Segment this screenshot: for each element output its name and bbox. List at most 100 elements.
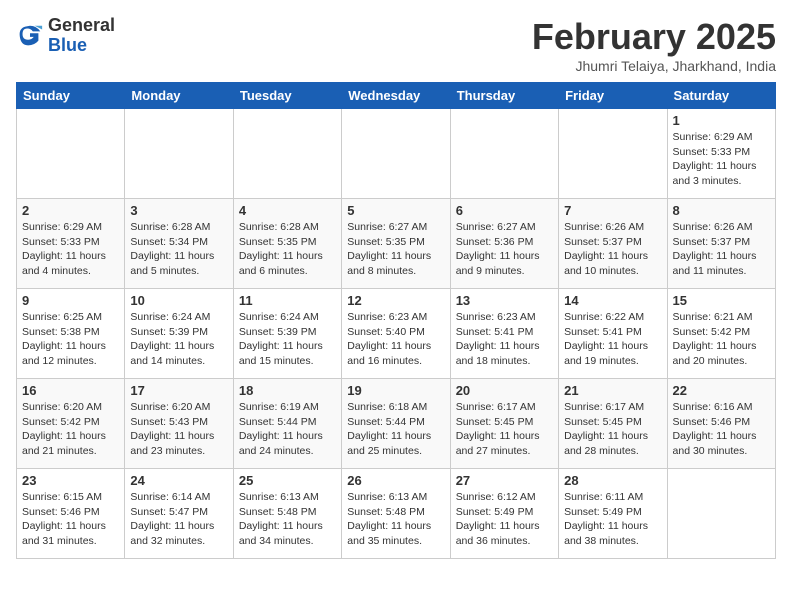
day-info: Sunrise: 6:29 AM Sunset: 5:33 PM Dayligh… xyxy=(22,220,119,279)
calendar-cell: 26Sunrise: 6:13 AM Sunset: 5:48 PM Dayli… xyxy=(342,469,450,559)
calendar-cell xyxy=(342,109,450,199)
day-info: Sunrise: 6:27 AM Sunset: 5:35 PM Dayligh… xyxy=(347,220,444,279)
day-number: 13 xyxy=(456,293,553,308)
calendar-table: SundayMondayTuesdayWednesdayThursdayFrid… xyxy=(16,82,776,559)
day-info: Sunrise: 6:24 AM Sunset: 5:39 PM Dayligh… xyxy=(239,310,336,369)
day-number: 27 xyxy=(456,473,553,488)
weekday-header-friday: Friday xyxy=(559,83,667,109)
calendar-week-5: 23 Sunrise: 6:15 AM Sunset: 5:46 PM Dayli… xyxy=(17,469,776,559)
location-subtitle: Jhumri Telaiya, Jharkhand, India xyxy=(532,58,776,74)
day-info: Sunrise: 6:11 AM Sunset: 5:49 PM Dayligh… xyxy=(564,490,661,549)
calendar-cell: 24Sunrise: 6:14 AM Sunset: 5:47 PM Dayli… xyxy=(125,469,233,559)
day-number: 11 xyxy=(239,293,336,308)
day-number: 23 xyxy=(22,473,119,488)
calendar-cell xyxy=(125,109,233,199)
calendar-cell: 6Sunrise: 6:27 AM Sunset: 5:36 PM Daylig… xyxy=(450,199,558,289)
day-info: Sunrise: 6:17 AM Sunset: 5:45 PM Dayligh… xyxy=(456,400,553,459)
day-number: 17 xyxy=(130,383,227,398)
day-number: 16 xyxy=(22,383,119,398)
calendar-cell: 10 Sunrise: 6:24 AM Sunset: 5:39 PM Dayli… xyxy=(125,289,233,379)
month-title: February 2025 xyxy=(532,16,776,58)
day-number: 25 xyxy=(239,473,336,488)
title-block: February 2025 Jhumri Telaiya, Jharkhand,… xyxy=(532,16,776,74)
day-info: Sunrise: 6:17 AM Sunset: 5:45 PM Dayligh… xyxy=(564,400,661,459)
day-number: 20 xyxy=(456,383,553,398)
day-info: Sunrise: 6:20 AM Sunset: 5:42 PM Dayligh… xyxy=(22,400,119,459)
page-header: General Blue February 2025 Jhumri Telaiy… xyxy=(16,16,776,74)
calendar-week-2: 2 Sunrise: 6:29 AM Sunset: 5:33 PM Daylig… xyxy=(17,199,776,289)
day-number: 5 xyxy=(347,203,444,218)
day-number: 24 xyxy=(130,473,227,488)
calendar-cell: 21 Sunrise: 6:17 AM Sunset: 5:45 PM Dayli… xyxy=(559,379,667,469)
day-info: Sunrise: 6:28 AM Sunset: 5:35 PM Dayligh… xyxy=(239,220,336,279)
weekday-header-tuesday: Tuesday xyxy=(233,83,341,109)
day-info: Sunrise: 6:20 AM Sunset: 5:43 PM Dayligh… xyxy=(130,400,227,459)
day-number: 8 xyxy=(673,203,770,218)
day-info: Sunrise: 6:22 AM Sunset: 5:41 PM Dayligh… xyxy=(564,310,661,369)
calendar-cell: 19Sunrise: 6:18 AM Sunset: 5:44 PM Dayli… xyxy=(342,379,450,469)
day-number: 18 xyxy=(239,383,336,398)
calendar-cell: 12 Sunrise: 6:23 AM Sunset: 5:40 PM Dayli… xyxy=(342,289,450,379)
calendar-header: SundayMondayTuesdayWednesdayThursdayFrid… xyxy=(17,83,776,109)
day-number: 22 xyxy=(673,383,770,398)
calendar-cell: 25 Sunrise: 6:13 AM Sunset: 5:48 PM Dayli… xyxy=(233,469,341,559)
logo-icon xyxy=(16,22,44,50)
day-info: Sunrise: 6:26 AM Sunset: 5:37 PM Dayligh… xyxy=(564,220,661,279)
day-info: Sunrise: 6:24 AM Sunset: 5:39 PM Dayligh… xyxy=(130,310,227,369)
day-info: Sunrise: 6:23 AM Sunset: 5:40 PM Dayligh… xyxy=(347,310,444,369)
day-number: 12 xyxy=(347,293,444,308)
day-number: 4 xyxy=(239,203,336,218)
day-number: 21 xyxy=(564,383,661,398)
calendar-week-3: 9Sunrise: 6:25 AM Sunset: 5:38 PM Daylig… xyxy=(17,289,776,379)
calendar-cell: 4 Sunrise: 6:28 AM Sunset: 5:35 PM Daylig… xyxy=(233,199,341,289)
day-number: 7 xyxy=(564,203,661,218)
calendar-body: 1 Sunrise: 6:29 AM Sunset: 5:33 PM Daylig… xyxy=(17,109,776,559)
calendar-cell: 14 Sunrise: 6:22 AM Sunset: 5:41 PM Dayli… xyxy=(559,289,667,379)
calendar-cell xyxy=(559,109,667,199)
day-number: 2 xyxy=(22,203,119,218)
day-info: Sunrise: 6:19 AM Sunset: 5:44 PM Dayligh… xyxy=(239,400,336,459)
day-info: Sunrise: 6:23 AM Sunset: 5:41 PM Dayligh… xyxy=(456,310,553,369)
calendar-cell: 18 Sunrise: 6:19 AM Sunset: 5:44 PM Dayli… xyxy=(233,379,341,469)
calendar-cell: 23 Sunrise: 6:15 AM Sunset: 5:46 PM Dayli… xyxy=(17,469,125,559)
day-number: 14 xyxy=(564,293,661,308)
weekday-header-monday: Monday xyxy=(125,83,233,109)
calendar-cell: 11 Sunrise: 6:24 AM Sunset: 5:39 PM Dayli… xyxy=(233,289,341,379)
day-info: Sunrise: 6:28 AM Sunset: 5:34 PM Dayligh… xyxy=(130,220,227,279)
calendar-week-1: 1 Sunrise: 6:29 AM Sunset: 5:33 PM Daylig… xyxy=(17,109,776,199)
day-info: Sunrise: 6:13 AM Sunset: 5:48 PM Dayligh… xyxy=(239,490,336,549)
calendar-cell: 20 Sunrise: 6:17 AM Sunset: 5:45 PM Dayli… xyxy=(450,379,558,469)
weekday-header-saturday: Saturday xyxy=(667,83,775,109)
logo-general: General xyxy=(48,15,115,35)
day-info: Sunrise: 6:15 AM Sunset: 5:46 PM Dayligh… xyxy=(22,490,119,549)
day-number: 3 xyxy=(130,203,227,218)
calendar-cell: 2 Sunrise: 6:29 AM Sunset: 5:33 PM Daylig… xyxy=(17,199,125,289)
day-info: Sunrise: 6:29 AM Sunset: 5:33 PM Dayligh… xyxy=(673,130,770,189)
calendar-week-4: 16 Sunrise: 6:20 AM Sunset: 5:42 PM Dayli… xyxy=(17,379,776,469)
calendar-cell: 16 Sunrise: 6:20 AM Sunset: 5:42 PM Dayli… xyxy=(17,379,125,469)
weekday-header-sunday: Sunday xyxy=(17,83,125,109)
calendar-cell: 1 Sunrise: 6:29 AM Sunset: 5:33 PM Daylig… xyxy=(667,109,775,199)
logo: General Blue xyxy=(16,16,115,56)
logo-blue: Blue xyxy=(48,35,87,55)
calendar-cell: 9Sunrise: 6:25 AM Sunset: 5:38 PM Daylig… xyxy=(17,289,125,379)
day-info: Sunrise: 6:26 AM Sunset: 5:37 PM Dayligh… xyxy=(673,220,770,279)
calendar-cell xyxy=(17,109,125,199)
day-number: 9 xyxy=(22,293,119,308)
calendar-cell xyxy=(233,109,341,199)
weekday-header-wednesday: Wednesday xyxy=(342,83,450,109)
day-info: Sunrise: 6:18 AM Sunset: 5:44 PM Dayligh… xyxy=(347,400,444,459)
day-number: 26 xyxy=(347,473,444,488)
day-number: 15 xyxy=(673,293,770,308)
calendar-cell: 5 Sunrise: 6:27 AM Sunset: 5:35 PM Daylig… xyxy=(342,199,450,289)
calendar-cell: 7 Sunrise: 6:26 AM Sunset: 5:37 PM Daylig… xyxy=(559,199,667,289)
day-info: Sunrise: 6:12 AM Sunset: 5:49 PM Dayligh… xyxy=(456,490,553,549)
weekday-header-row: SundayMondayTuesdayWednesdayThursdayFrid… xyxy=(17,83,776,109)
day-number: 1 xyxy=(673,113,770,128)
calendar-cell: 8 Sunrise: 6:26 AM Sunset: 5:37 PM Daylig… xyxy=(667,199,775,289)
day-number: 10 xyxy=(130,293,227,308)
logo-text: General Blue xyxy=(48,16,115,56)
day-number: 28 xyxy=(564,473,661,488)
day-info: Sunrise: 6:16 AM Sunset: 5:46 PM Dayligh… xyxy=(673,400,770,459)
day-info: Sunrise: 6:27 AM Sunset: 5:36 PM Dayligh… xyxy=(456,220,553,279)
